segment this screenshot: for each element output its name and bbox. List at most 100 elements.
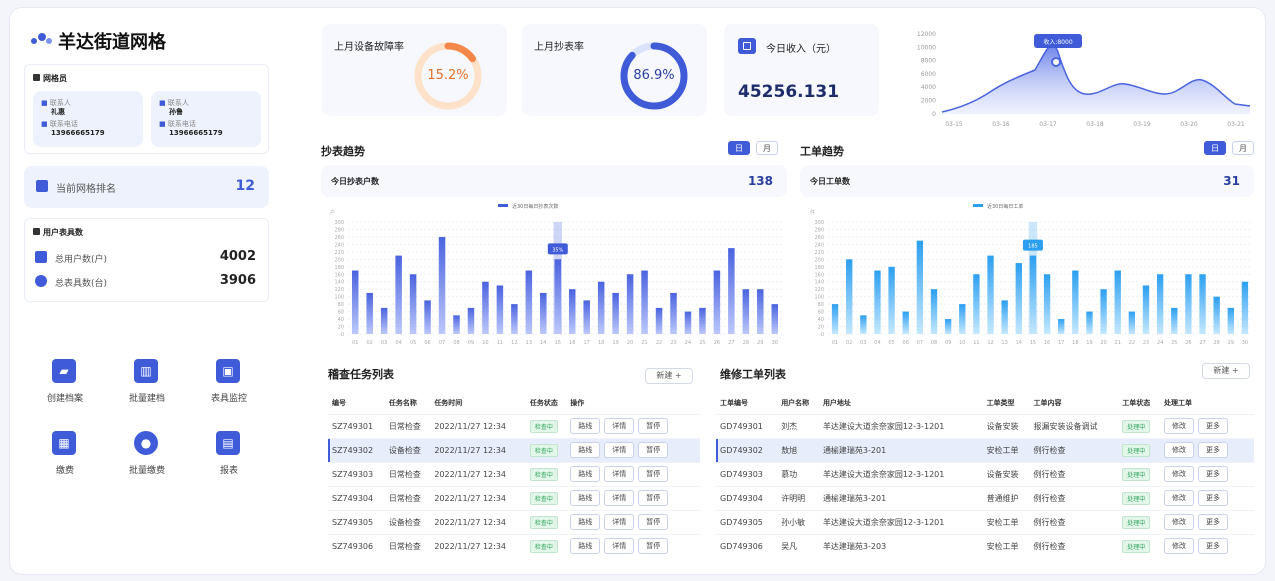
repair-add-button[interactable]: 新建 +: [1202, 363, 1250, 379]
bar[interactable]: [1015, 263, 1022, 334]
edit-button[interactable]: 修改: [1164, 490, 1195, 506]
bar[interactable]: [916, 240, 924, 334]
bar[interactable]: [1185, 274, 1192, 334]
edit-button[interactable]: 修改: [1164, 442, 1195, 458]
bar[interactable]: [1100, 289, 1107, 334]
pause-button[interactable]: 暂停: [638, 442, 669, 458]
pause-button[interactable]: 暂停: [638, 514, 669, 530]
bar[interactable]: [424, 300, 431, 334]
bar[interactable]: [1043, 274, 1051, 334]
bar[interactable]: [1114, 270, 1121, 334]
bar[interactable]: [626, 274, 634, 334]
bar[interactable]: [453, 315, 460, 334]
table-row[interactable]: GD749302 敖旭 通榆建瑞苑3-201 安检工单 例行检查 处理中 修改 更多: [716, 437, 1254, 462]
bar[interactable]: [742, 289, 750, 334]
bar[interactable]: [467, 307, 475, 334]
bar[interactable]: [482, 281, 489, 334]
edit-button[interactable]: 修改: [1164, 514, 1195, 530]
bar[interactable]: [959, 304, 966, 334]
detail-button[interactable]: 详情: [604, 490, 635, 506]
edit-button[interactable]: 修改: [1164, 418, 1195, 434]
route-button[interactable]: 路线: [570, 538, 601, 555]
bar[interactable]: [888, 266, 895, 334]
route-button[interactable]: 路线: [570, 466, 601, 482]
bar[interactable]: [771, 304, 779, 334]
detail-button[interactable]: 详情: [604, 514, 635, 530]
meter-trend-day-toggle[interactable]: 日: [728, 141, 750, 155]
bar[interactable]: [973, 274, 980, 334]
bar[interactable]: [902, 311, 909, 334]
bar[interactable]: [583, 300, 590, 334]
detail-button[interactable]: 详情: [604, 466, 635, 482]
pause-button[interactable]: 暂停: [638, 466, 669, 482]
table-row[interactable]: SZ749302 设备检查 2022/11/27 12:34 检查中 路线 详情 暂停: [328, 437, 700, 462]
bar[interactable]: [831, 304, 839, 334]
bar[interactable]: [1086, 311, 1093, 334]
bar[interactable]: [713, 270, 721, 334]
route-button[interactable]: 路线: [570, 514, 601, 530]
more-button[interactable]: 更多: [1198, 490, 1229, 506]
bar[interactable]: [380, 307, 388, 334]
more-button[interactable]: 更多: [1198, 466, 1229, 482]
bar[interactable]: [409, 274, 417, 334]
pause-button[interactable]: 暂停: [638, 418, 669, 434]
edit-button[interactable]: 修改: [1164, 466, 1195, 482]
bar[interactable]: [684, 311, 692, 334]
bar[interactable]: [1001, 300, 1008, 334]
route-button[interactable]: 路线: [570, 442, 601, 458]
bar[interactable]: [366, 292, 373, 334]
meter-trend-month-toggle[interactable]: 月: [756, 141, 778, 155]
bar[interactable]: [846, 259, 853, 334]
bar[interactable]: [728, 248, 735, 334]
bar[interactable]: [944, 319, 952, 334]
table-row[interactable]: GD749304 许明明 通榆建瑞苑3-201 普通维护 例行检查 处理中 修改 更多: [716, 485, 1254, 510]
bar[interactable]: [655, 307, 663, 334]
order-trend-day-toggle[interactable]: 日: [1204, 141, 1226, 155]
edit-button[interactable]: 修改: [1164, 538, 1195, 555]
bar[interactable]: [554, 259, 562, 334]
table-row[interactable]: SZ749305 设备检查 2022/11/27 12:34 检查中 路线 详情 暂停: [328, 509, 700, 534]
bar[interactable]: [1029, 255, 1037, 334]
meter-monitor-button[interactable]: ▣ 表具监控: [188, 353, 270, 413]
more-button[interactable]: 更多: [1198, 418, 1229, 434]
table-row[interactable]: GD749306 吴凡 羊达建瑞苑3-203 安检工单 例行检查 处理中 修改 更多: [716, 533, 1254, 558]
bar[interactable]: [525, 270, 533, 334]
inspection-add-button[interactable]: 新建 +: [645, 368, 693, 384]
bar[interactable]: [874, 270, 881, 334]
bar[interactable]: [860, 315, 867, 334]
table-row[interactable]: SZ749306 日常检查 2022/11/27 12:34 检查中 路线 详情 暂停: [328, 533, 700, 558]
bar[interactable]: [1227, 307, 1234, 334]
bar[interactable]: [930, 289, 938, 334]
table-row[interactable]: SZ749301 日常检查 2022/11/27 12:34 检查中 路线 详情 暂停: [328, 413, 700, 438]
bar[interactable]: [496, 285, 504, 334]
bar[interactable]: [395, 255, 402, 334]
detail-button[interactable]: 详情: [604, 418, 635, 434]
order-trend-month-toggle[interactable]: 月: [1232, 141, 1254, 155]
payment-button[interactable]: ▦ 缴费: [24, 425, 106, 485]
bar[interactable]: [699, 307, 706, 334]
detail-button[interactable]: 详情: [604, 538, 635, 555]
batch-payment-button[interactable]: ● 批量缴费: [106, 425, 188, 485]
more-button[interactable]: 更多: [1198, 442, 1229, 458]
table-row[interactable]: GD749301 刘杰 羊达建设大道余奈家园12-3-1201 设备安装 报漏安装设备调…: [716, 413, 1254, 438]
pause-button[interactable]: 暂停: [638, 490, 669, 506]
more-button[interactable]: 更多: [1198, 538, 1229, 555]
income-hover-point[interactable]: [1051, 57, 1061, 67]
route-button[interactable]: 路线: [570, 418, 601, 434]
table-row[interactable]: SZ749303 日常检查 2022/11/27 12:34 检查中 路线 详情 暂停: [328, 461, 700, 486]
table-row[interactable]: GD749303 慕功 羊达建设大道余奈家园12-3-1201 设备安装 例行检查 处理中…: [716, 461, 1254, 486]
bar[interactable]: [1128, 311, 1136, 334]
bar[interactable]: [540, 292, 547, 334]
bar[interactable]: [438, 236, 446, 334]
bar[interactable]: [987, 255, 994, 334]
bar[interactable]: [757, 289, 764, 334]
detail-button[interactable]: 详情: [604, 442, 635, 458]
report-button[interactable]: ▤ 报表: [188, 425, 270, 485]
bar[interactable]: [1058, 319, 1065, 334]
batch-archive-button[interactable]: ▥ 批量建档: [106, 353, 188, 413]
bar[interactable]: [641, 270, 648, 334]
bar[interactable]: [1142, 285, 1150, 334]
bar[interactable]: [511, 304, 518, 334]
create-archive-button[interactable]: ▰ 创建档案: [24, 353, 106, 413]
table-row[interactable]: GD749305 孙小敏 羊达建设大道余奈家园12-3-1201 安检工单 例行检查 处理…: [716, 509, 1254, 534]
